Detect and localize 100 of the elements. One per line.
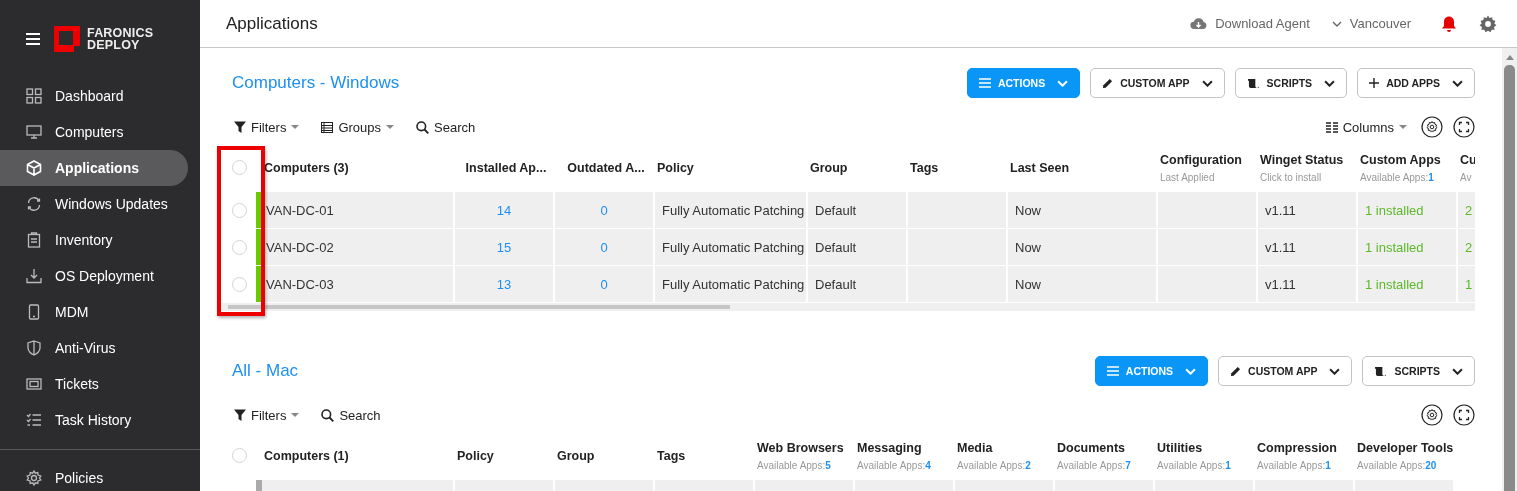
table-cell: 1 installed: [1358, 192, 1458, 228]
search-icon: [321, 408, 335, 422]
column-subtitle: Available Apps:4: [857, 459, 932, 471]
row-checkbox[interactable]: [231, 239, 247, 255]
columns-icon: [1325, 121, 1338, 133]
table-cell: Default: [808, 192, 908, 228]
cube-icon: [26, 160, 42, 176]
column-header[interactable]: Developer Tools: [1357, 440, 1455, 455]
filter-icon: [234, 121, 246, 133]
checklist-icon: [26, 412, 42, 428]
column-header[interactable]: Tags: [657, 448, 755, 463]
scroll-up-icon[interactable]: [1505, 55, 1514, 60]
table-cell: Now: [1008, 192, 1158, 228]
sidebar-item[interactable]: Anti-Virus: [0, 330, 188, 366]
column-header[interactable]: Custom Apps: [1360, 152, 1458, 167]
column-header[interactable]: Cu: [1460, 152, 1475, 167]
sidebar-item[interactable]: MDM: [0, 294, 188, 330]
column-header[interactable]: Computers (1): [264, 448, 455, 463]
column-header[interactable]: Documents: [1057, 440, 1155, 455]
download-agent-link[interactable]: Download Agent: [1190, 16, 1310, 31]
table-cell: Default: [808, 229, 908, 265]
column-header[interactable]: Policy: [457, 448, 555, 463]
sidebar-item[interactable]: Policies: [0, 460, 188, 491]
column-header[interactable]: Group: [810, 160, 908, 175]
select-all-checkbox[interactable]: [231, 160, 247, 175]
column-subtitle: Available Apps:1: [1257, 459, 1332, 471]
column-header[interactable]: Web Browsers: [757, 440, 855, 455]
grid-icon: [26, 88, 42, 104]
dropdown-button[interactable]: Groups: [321, 119, 395, 135]
caret-icon: [1399, 125, 1407, 129]
section-title: All - Mac: [232, 361, 299, 381]
location-dropdown[interactable]: Vancouver: [1331, 16, 1411, 31]
filter-icon: [234, 409, 246, 421]
notification-bell-icon[interactable]: [1441, 14, 1457, 33]
sidebar-item[interactable]: Dashboard: [0, 78, 188, 114]
caret-icon: [386, 125, 395, 129]
fullscreen-icon[interactable]: [1453, 116, 1475, 138]
settings-icon[interactable]: [1421, 116, 1443, 138]
column-header[interactable]: Tags: [910, 160, 1008, 175]
dropdown-button[interactable]: Filters: [234, 407, 300, 423]
chevron-down-icon: [1201, 79, 1213, 87]
menu-icon[interactable]: [26, 33, 40, 45]
sidebar-item[interactable]: Inventory: [0, 222, 188, 258]
table-cell: VAN-DC-02: [262, 229, 455, 265]
sidebar-item[interactable]: Windows Updates: [0, 186, 188, 222]
table-cell: Default: [808, 266, 908, 302]
settings-icon[interactable]: [1421, 404, 1443, 426]
clipboard-icon: [26, 232, 42, 248]
logo-icon: [54, 26, 80, 52]
column-header[interactable]: Winget Status: [1260, 152, 1358, 167]
column-header[interactable]: Outdated A...: [567, 160, 645, 175]
table-cell: VAN-DC-01: [262, 192, 455, 228]
dropdown-button[interactable]: CUSTOM APP: [1218, 356, 1353, 386]
dropdown-button[interactable]: ADD APPS: [1357, 68, 1475, 98]
column-header[interactable]: Last Seen: [1010, 160, 1158, 175]
column-header[interactable]: Utilities: [1157, 440, 1255, 455]
horizontal-scrollbar[interactable]: [222, 303, 1475, 311]
column-header[interactable]: Installed Ap...: [465, 160, 547, 175]
column-header[interactable]: Policy: [657, 160, 808, 175]
list-icon: [321, 121, 334, 133]
table-cell: VAN-DC-03: [262, 266, 455, 302]
sidebar-item[interactable]: Computers: [0, 114, 188, 150]
chevron-down-icon: [1324, 79, 1336, 87]
row-checkbox[interactable]: [231, 276, 247, 292]
dropdown-button[interactable]: SCRIPTS: [1362, 356, 1475, 386]
cloud-download-icon: [1190, 17, 1208, 30]
caret-icon: [291, 125, 300, 129]
dropdown-button[interactable]: Filters: [234, 119, 300, 135]
chevron-down-icon: [1057, 79, 1069, 87]
column-header[interactable]: Messaging: [857, 440, 955, 455]
row-checkbox[interactable]: [231, 202, 247, 218]
sidebar-item[interactable]: Applications: [0, 150, 188, 186]
table-cell: Fully Automatic Patching: [655, 229, 808, 265]
table-cell: Fully Automatic Patching: [655, 266, 808, 302]
refresh-icon: [26, 196, 42, 212]
column-subtitle: Click to install: [1260, 171, 1323, 183]
columns-dropdown[interactable]: Columns: [1325, 119, 1407, 135]
column-subtitle: Available Apps:1: [1157, 459, 1232, 471]
column-header[interactable]: Compression: [1257, 440, 1355, 455]
menu-icon: [1106, 366, 1119, 376]
dropdown-button[interactable]: CUSTOM APP: [1090, 68, 1225, 98]
column-header[interactable]: Group: [557, 448, 655, 463]
column-subtitle: Available Apps:1: [1360, 171, 1435, 183]
search-button[interactable]: Search: [416, 119, 476, 135]
column-header[interactable]: Computers (3): [264, 160, 455, 175]
caret-icon: [291, 413, 300, 417]
sidebar-item[interactable]: Tickets: [0, 366, 188, 402]
sidebar-item[interactable]: Task History: [0, 402, 188, 438]
vertical-scrollbar[interactable]: [1502, 48, 1517, 491]
search-icon: [416, 120, 430, 134]
sidebar-item[interactable]: OS Deployment: [0, 258, 188, 294]
column-header[interactable]: Media: [957, 440, 1055, 455]
fullscreen-icon[interactable]: [1453, 404, 1475, 426]
column-header[interactable]: Configuration: [1160, 152, 1258, 167]
chevron-down-icon: [1452, 367, 1463, 375]
search-button[interactable]: Search: [321, 407, 381, 423]
dropdown-button[interactable]: SCRIPTS: [1234, 68, 1348, 98]
select-all-checkbox[interactable]: [231, 448, 247, 463]
plus-icon: [1369, 78, 1380, 88]
logo-text: DEPLOY: [87, 39, 141, 51]
